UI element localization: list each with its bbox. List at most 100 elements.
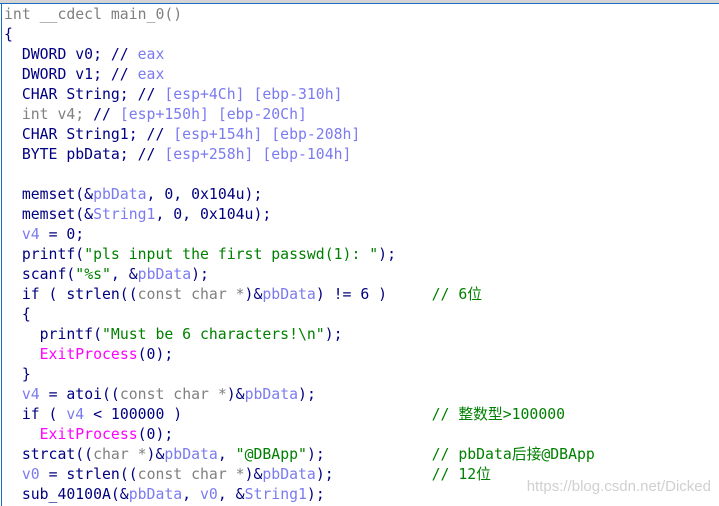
code-comment: // 12位 [431, 466, 491, 483]
code-line[interactable]: memset(&pbData, 0, 0x104u); [4, 185, 396, 205]
code-token: memset(& [4, 206, 94, 223]
code-token: [esp+150h] [ebp-20Ch] [119, 106, 307, 123]
code-token: ); [378, 246, 396, 263]
code-token: v0 [200, 486, 218, 503]
code-token: pbData [244, 386, 299, 403]
code-token: printf( [4, 246, 85, 263]
code-line[interactable]: scanf("%s", &pbData); [4, 265, 396, 285]
code-token: "%s" [75, 266, 111, 283]
code-token: (0); [137, 346, 174, 363]
code-comment: // 整数型>100000 [431, 406, 566, 423]
code-token: v4 [21, 386, 40, 403]
code-token: ) != 6 ) [315, 286, 388, 303]
code-token: BYTE pbData; // [4, 146, 165, 163]
code-token: "Must be 6 characters!\n" [102, 326, 325, 343]
code-comment: // 6位 [431, 286, 483, 303]
code-token: // [93, 106, 120, 123]
code-token: scanf( [4, 266, 76, 283]
code-token: const char * [119, 386, 227, 403]
code-line[interactable]: ExitProcess(0); [4, 425, 396, 445]
code-token: ); [191, 266, 209, 283]
code-token: pbData [164, 446, 218, 463]
code-line[interactable]: CHAR String1; // [esp+154h] [ebp-208h] [4, 125, 396, 145]
code-line[interactable]: printf("pls input the first passwd(1): "… [4, 245, 396, 265]
code-token: } [4, 366, 31, 383]
code-token: [esp+154h] [ebp-208h] [173, 126, 361, 143]
code-line[interactable]: v0 = strlen((const char *)&pbData); // 12… [4, 465, 491, 485]
code-token: ExitProcess [39, 426, 138, 443]
code-line[interactable]: v4 = atoi((const char *)&pbData); [4, 385, 396, 405]
code-token: "pls input the first passwd(1): " [84, 246, 379, 263]
code-token: eax [137, 46, 165, 63]
watermark: https://blog.csdn.net/Dicked [526, 478, 711, 495]
code-line[interactable]: if ( strlen((const char *)&pbData) != 6 … [4, 285, 482, 305]
code-token: { [4, 306, 31, 323]
code-token: )& [244, 286, 263, 303]
code-token: (0); [137, 426, 174, 443]
code-comment: // pbData后接@DBApp [431, 446, 595, 463]
view-left-border [1, 3, 2, 506]
code-token: if ( [4, 406, 67, 423]
code-token: )& [226, 386, 245, 403]
code-token: memset(& [4, 186, 94, 203]
code-line[interactable]: int v4; // [esp+150h] [ebp-20Ch] [4, 105, 396, 125]
code-line[interactable]: strcat((char *)&pbData, "@DBApp"); // pbD… [4, 445, 595, 465]
code-line[interactable]: printf("Must be 6 characters!\n"); [4, 325, 396, 345]
code-line[interactable]: int __cdecl main_0() [4, 5, 396, 25]
code-line[interactable]: } [4, 365, 396, 385]
code-line[interactable] [4, 165, 396, 185]
code-token: v4 [66, 406, 85, 423]
code-token: int v4; [4, 106, 94, 123]
code-token: = strlen(( [39, 466, 138, 483]
code-token: , & [217, 486, 245, 503]
code-token: printf( [4, 326, 102, 343]
code-token: , [182, 486, 200, 503]
code-token: strcat(( [4, 446, 94, 463]
code-line[interactable]: CHAR String; // [esp+4Ch] [ebp-310h] [4, 85, 396, 105]
code-line[interactable]: { [4, 25, 396, 45]
code-line[interactable]: BYTE pbData; // [esp+258h] [ebp-104h] [4, 145, 396, 165]
code-line[interactable]: v4 = 0; [4, 225, 396, 245]
code-token: sub_40100A(& [4, 486, 129, 503]
code-token: const char * [137, 286, 245, 303]
code-line[interactable]: DWORD v0; // eax [4, 45, 396, 65]
view-top-border [0, 3, 719, 4]
code-token: int __cdecl main_0() [4, 6, 183, 23]
code-token: = atoi(( [39, 386, 120, 403]
code-token: eax [137, 66, 165, 83]
code-token: pbData [93, 186, 147, 203]
code-line[interactable]: DWORD v1; // eax [4, 65, 396, 85]
code-token: , 0, 0x104u); [146, 186, 263, 203]
code-token: ); [298, 386, 316, 403]
code-token: ); [315, 466, 334, 483]
code-token: v0 [21, 466, 40, 483]
pseudocode-view[interactable]: int __cdecl main_0() { DWORD v0; // eax D… [4, 5, 595, 505]
code-line[interactable]: { [4, 305, 396, 325]
code-token: CHAR String; // [4, 86, 165, 103]
code-line[interactable]: sub_40100A(&pbData, v0, &String1); [4, 485, 396, 505]
code-token: , 0, 0x104u); [155, 206, 272, 223]
code-token: ); [306, 486, 325, 503]
code-token: DWORD v0; // [4, 46, 138, 63]
code-token: if ( strlen(( [4, 286, 138, 303]
code-line[interactable]: if ( v4 < 100000 ) // 整数型>100000 [4, 405, 565, 425]
code-token: const char * [137, 466, 245, 483]
code-token: , [217, 446, 236, 463]
code-token: ); [324, 326, 343, 343]
code-line[interactable]: memset(&String1, 0, 0x104u); [4, 205, 396, 225]
code-token: char * [93, 446, 147, 463]
code-token: [esp+4Ch] [ebp-310h] [164, 86, 343, 103]
code-token: [esp+258h] [ebp-104h] [164, 146, 352, 163]
code-token: CHAR String1; // [4, 126, 174, 143]
code-token: pbData [262, 466, 316, 483]
code-token: String1 [244, 486, 307, 503]
code-token: "@DBApp" [235, 446, 307, 463]
code-token: ExitProcess [39, 346, 138, 363]
code-line[interactable]: ExitProcess(0); [4, 345, 396, 365]
code-token: < 100000 ) [84, 406, 183, 423]
code-token: = 0; [39, 226, 85, 243]
